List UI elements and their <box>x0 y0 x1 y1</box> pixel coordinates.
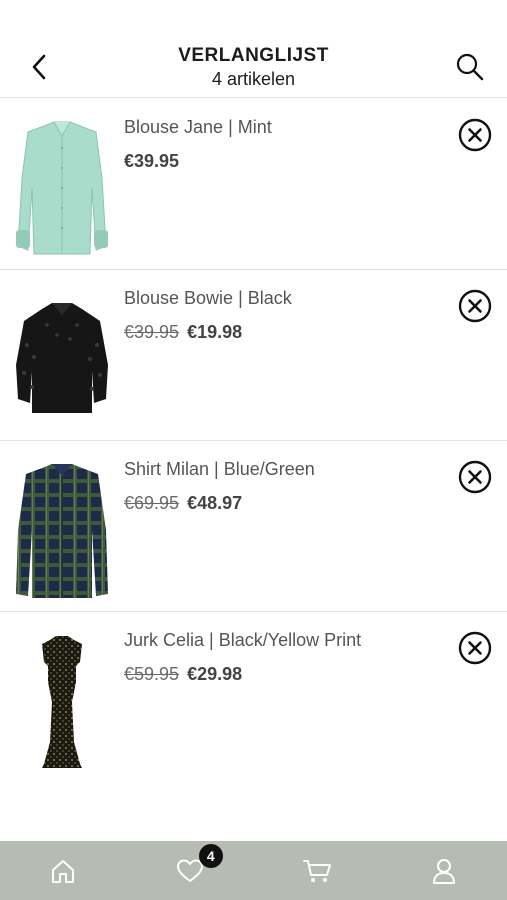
close-circle-icon <box>458 118 492 152</box>
original-price: €39.95 <box>124 322 180 342</box>
price-row: €59.95 €29.98 <box>124 664 242 685</box>
title-block: VERLANGLIJST 4 artikelen <box>100 44 407 90</box>
remove-button[interactable] <box>457 117 493 153</box>
search-button[interactable] <box>453 50 487 84</box>
page-title: VERLANGLIJST <box>178 45 329 66</box>
price-row: €69.95 €48.97 <box>124 493 242 514</box>
price-row: €39.95 <box>124 151 179 172</box>
wishlist-count-badge: 4 <box>198 844 223 868</box>
product-name[interactable]: Blouse Bowie | Black <box>124 288 292 309</box>
search-icon <box>456 53 484 81</box>
list-item: Shirt Milan | Blue/Green €69.95 €48.97 <box>0 441 507 612</box>
remove-button[interactable] <box>457 630 493 666</box>
bottom-navigation: 4 <box>0 841 507 900</box>
list-item: Jurk Celia | Black/Yellow Print €59.95 €2… <box>0 612 507 783</box>
product-name[interactable]: Jurk Celia | Black/Yellow Print <box>124 630 361 651</box>
user-icon <box>432 858 455 884</box>
item-count: 4 artikelen <box>211 69 296 89</box>
close-circle-icon <box>458 289 492 323</box>
original-price: €69.95 <box>124 493 180 513</box>
nav-cart[interactable] <box>254 841 381 900</box>
close-circle-icon <box>458 631 492 665</box>
nav-wishlist[interactable]: 4 <box>127 841 254 900</box>
product-name[interactable]: Shirt Milan | Blue/Green <box>124 459 315 480</box>
home-icon <box>52 859 75 883</box>
remove-button[interactable] <box>457 288 493 324</box>
nav-home[interactable] <box>0 841 127 900</box>
product-price: €19.98 <box>187 322 243 342</box>
remove-button[interactable] <box>457 459 493 495</box>
product-image-plaid-shirt[interactable] <box>10 457 114 605</box>
cart-icon <box>302 859 331 882</box>
wishlist: Blouse Jane | Mint €39.95 Blouse Bowie |… <box>0 99 507 783</box>
price-row: €39.95 €19.98 <box>124 322 242 343</box>
chevron-left-icon <box>32 54 46 80</box>
product-price: €39.95 <box>124 151 180 171</box>
list-item: Blouse Bowie | Black €39.95 €19.98 <box>0 270 507 441</box>
product-image-mint-blouse[interactable] <box>10 115 114 263</box>
back-button[interactable] <box>22 50 56 84</box>
close-circle-icon <box>458 460 492 494</box>
header-bar: VERLANGLIJST 4 artikelen <box>0 0 507 98</box>
product-price: €29.98 <box>187 664 243 684</box>
product-name[interactable]: Blouse Jane | Mint <box>124 117 272 138</box>
original-price: €59.95 <box>124 664 180 684</box>
product-image-black-lace-blouse[interactable] <box>10 286 114 434</box>
list-item: Blouse Jane | Mint €39.95 <box>0 99 507 270</box>
product-price: €48.97 <box>187 493 243 513</box>
nav-account[interactable] <box>380 841 507 900</box>
product-image-print-dress[interactable] <box>10 628 114 776</box>
